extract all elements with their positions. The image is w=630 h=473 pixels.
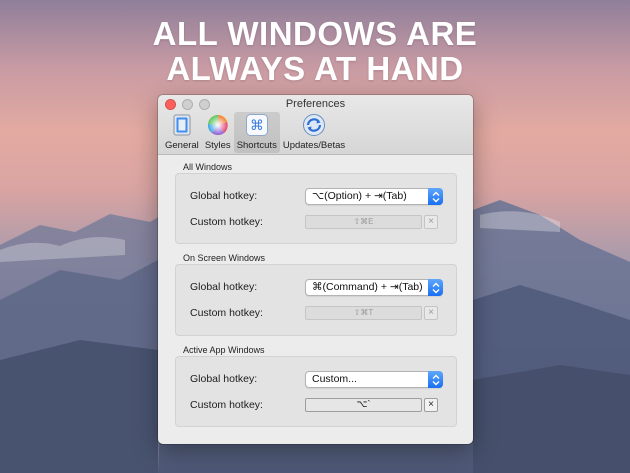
section-title-on-screen-windows: On Screen Windows xyxy=(183,253,266,263)
tab-shortcuts-label: Shortcuts xyxy=(236,140,277,151)
tab-styles[interactable]: Styles xyxy=(202,112,234,153)
preferences-window: Preferences General Styles ⌘ Shortcuts U… xyxy=(158,95,473,444)
chevron-updown-icon xyxy=(428,371,443,388)
headline-line-2: ALWAYS AT HAND xyxy=(166,50,464,87)
active-app-windows-group: Global hotkey: Custom... Custom hotkey: … xyxy=(175,356,457,427)
on-screen-windows-group: Global hotkey: ⌘(Command) + ⇥(Tab) Custo… xyxy=(175,264,457,336)
tab-styles-label: Styles xyxy=(204,140,231,151)
popup-value: Custom... xyxy=(312,373,357,385)
tab-shortcuts[interactable]: ⌘ Shortcuts xyxy=(233,112,280,153)
tab-updates-betas[interactable]: Updates/Betas xyxy=(280,112,348,153)
tab-general[interactable]: General xyxy=(162,112,202,153)
color-wheel-icon xyxy=(206,113,230,137)
headline-line-1: ALL WINDOWS ARE xyxy=(152,15,478,52)
popup-value: ⌘(Command) + ⇥(Tab) xyxy=(312,281,423,293)
preferences-toolbar: General Styles ⌘ Shortcuts Updates/Betas xyxy=(162,112,348,153)
custom-hotkey-label: Custom hotkey: xyxy=(190,216,263,228)
global-hotkey-label: Global hotkey: xyxy=(190,373,258,385)
all-windows-global-hotkey-select[interactable]: ⌥(Option) + ⇥(Tab) xyxy=(305,188,443,205)
global-hotkey-label: Global hotkey: xyxy=(190,281,258,293)
window-title: Preferences xyxy=(285,98,346,110)
on-screen-custom-hotkey-field[interactable]: ⇧⌘T xyxy=(305,306,422,320)
all-windows-clear-hotkey-button[interactable]: × xyxy=(424,215,438,229)
section-title-active-app-windows: Active App Windows xyxy=(183,345,265,355)
updates-icon xyxy=(302,113,326,137)
headline: ALL WINDOWS ARE ALWAYS AT HAND xyxy=(0,16,630,86)
all-windows-group: Global hotkey: ⌥(Option) + ⇥(Tab) Custom… xyxy=(175,173,457,244)
active-app-custom-hotkey-field[interactable]: ⌥` xyxy=(305,398,422,412)
custom-hotkey-label: Custom hotkey: xyxy=(190,399,263,411)
section-title-all-windows: All Windows xyxy=(183,162,233,172)
global-hotkey-label: Global hotkey: xyxy=(190,190,258,202)
on-screen-clear-hotkey-button[interactable]: × xyxy=(424,306,438,320)
custom-hotkey-label: Custom hotkey: xyxy=(190,307,263,319)
chevron-updown-icon xyxy=(428,188,443,205)
shortcuts-pane: All Windows Global hotkey: ⌥(Option) + ⇥… xyxy=(158,156,473,444)
chevron-updown-icon xyxy=(428,279,443,296)
tab-general-label: General xyxy=(165,140,199,151)
svg-text:⌘: ⌘ xyxy=(250,118,264,134)
tab-updates-betas-label: Updates/Betas xyxy=(282,140,346,151)
active-app-global-hotkey-select[interactable]: Custom... xyxy=(305,371,443,388)
general-icon xyxy=(170,113,194,137)
all-windows-custom-hotkey-field[interactable]: ⇧⌘E xyxy=(305,215,422,229)
active-app-clear-hotkey-button[interactable]: × xyxy=(424,398,438,412)
on-screen-global-hotkey-select[interactable]: ⌘(Command) + ⇥(Tab) xyxy=(305,279,443,296)
command-key-icon: ⌘ xyxy=(245,113,269,137)
title-bar: Preferences General Styles ⌘ Shortcuts U… xyxy=(158,95,473,155)
popup-value: ⌥(Option) + ⇥(Tab) xyxy=(312,190,407,202)
